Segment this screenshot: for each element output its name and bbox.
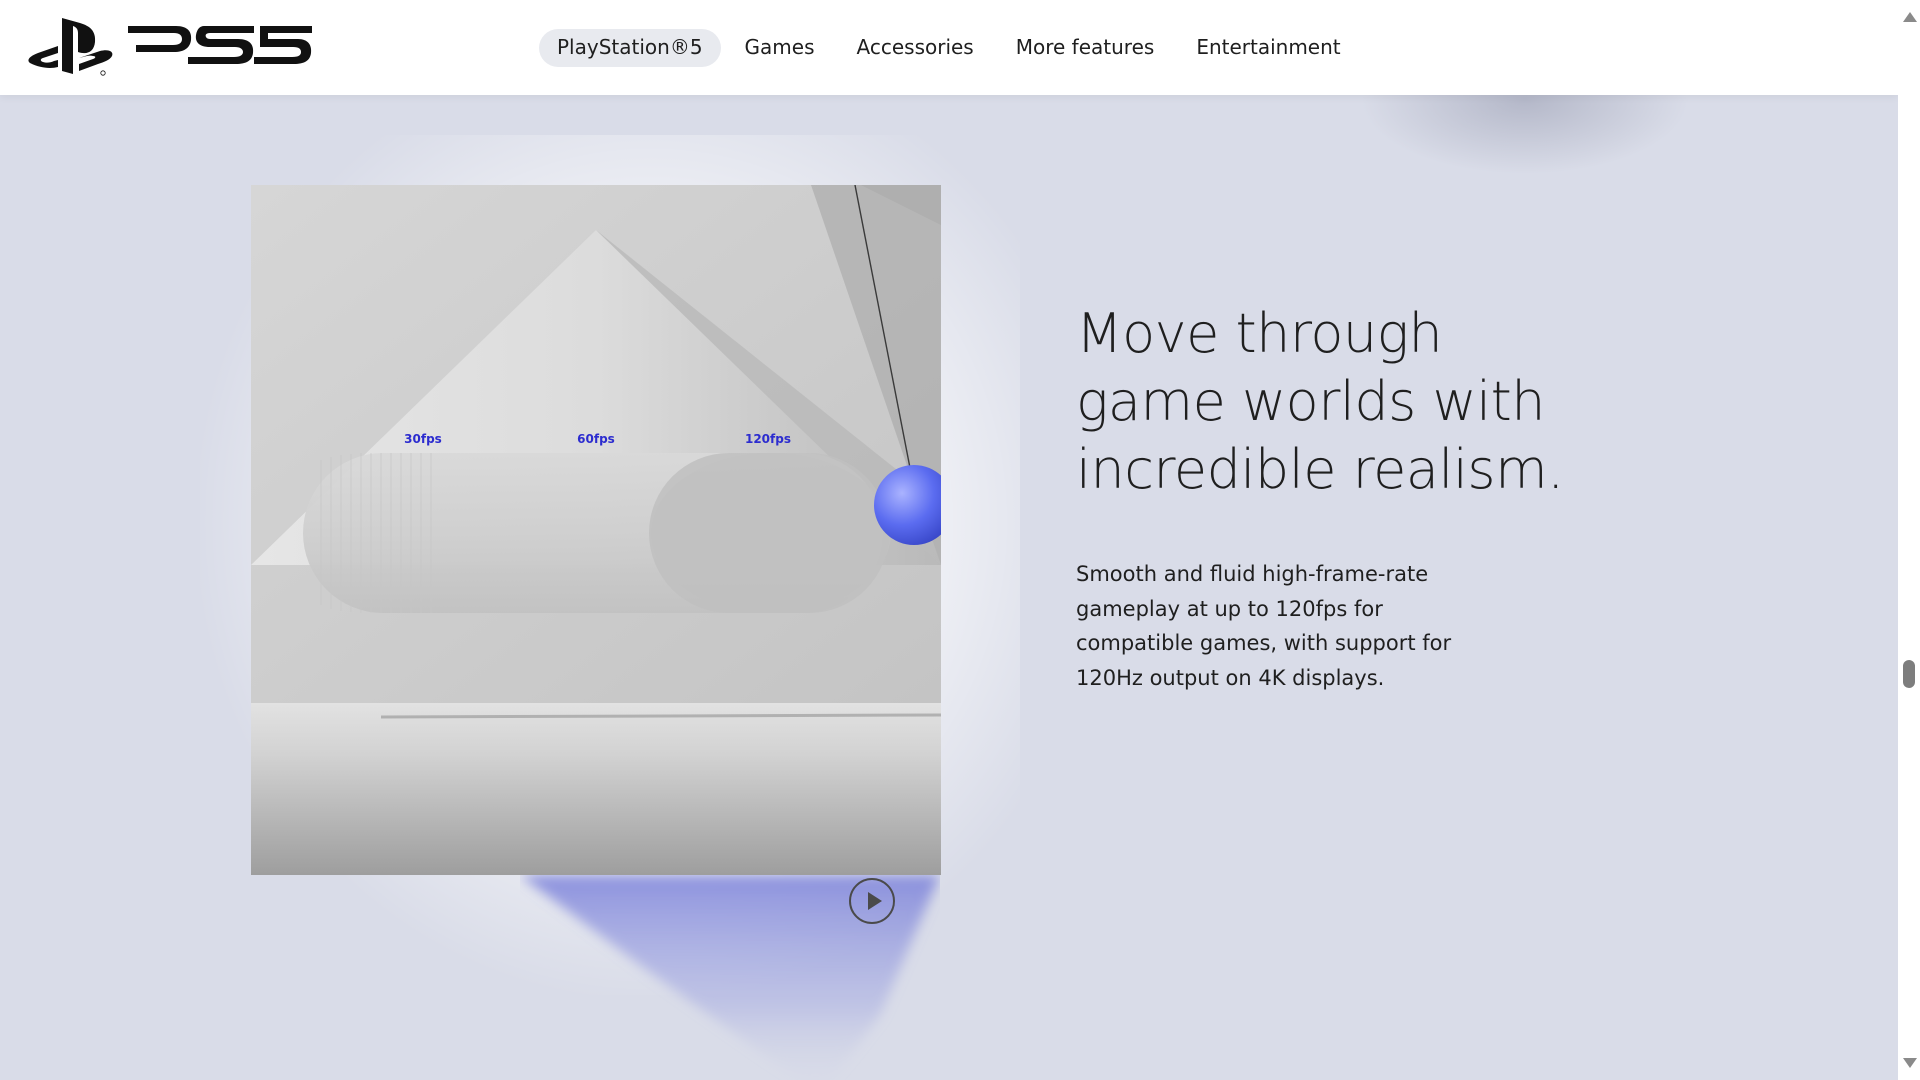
feature-description: Smooth and fluid high-frame-rate gamepla… xyxy=(1076,562,1452,690)
main-nav: PlayStation®5 Games Accessories More fea… xyxy=(539,29,1359,67)
label-120fps: 120fps xyxy=(745,432,791,446)
feature-section: 30fps 60fps 120fps Move through game wor… xyxy=(0,95,1898,1080)
scrollbar-thumb[interactable] xyxy=(1903,660,1915,688)
ps5-logo[interactable] xyxy=(28,16,318,80)
feature-video[interactable]: 30fps 60fps 120fps xyxy=(251,185,941,875)
nav-item-entertainment[interactable]: Entertainment xyxy=(1178,29,1358,67)
ps5-wordmark-icon xyxy=(128,26,312,64)
nav-item-more-features[interactable]: More features xyxy=(998,29,1173,67)
scroll-up-arrow-icon[interactable] xyxy=(1903,12,1917,22)
play-button[interactable] xyxy=(849,878,895,924)
scroll-down-arrow-icon[interactable] xyxy=(1903,1058,1917,1068)
play-icon xyxy=(868,892,882,910)
label-30fps: 30fps xyxy=(404,432,442,446)
label-60fps: 60fps xyxy=(577,432,615,446)
nav-item-games[interactable]: Games xyxy=(727,29,833,67)
site-header: PlayStation®5 Games Accessories More fea… xyxy=(0,0,1898,95)
decorative-shadow xyxy=(1360,95,1690,175)
nav-item-playstation5[interactable]: PlayStation®5 xyxy=(539,29,721,67)
page-scrollbar[interactable] xyxy=(1898,0,1920,1080)
nav-item-accessories[interactable]: Accessories xyxy=(839,29,992,67)
feature-headline: Move through game worlds with incredible… xyxy=(1076,302,1564,501)
playstation-symbol-icon xyxy=(28,18,113,76)
